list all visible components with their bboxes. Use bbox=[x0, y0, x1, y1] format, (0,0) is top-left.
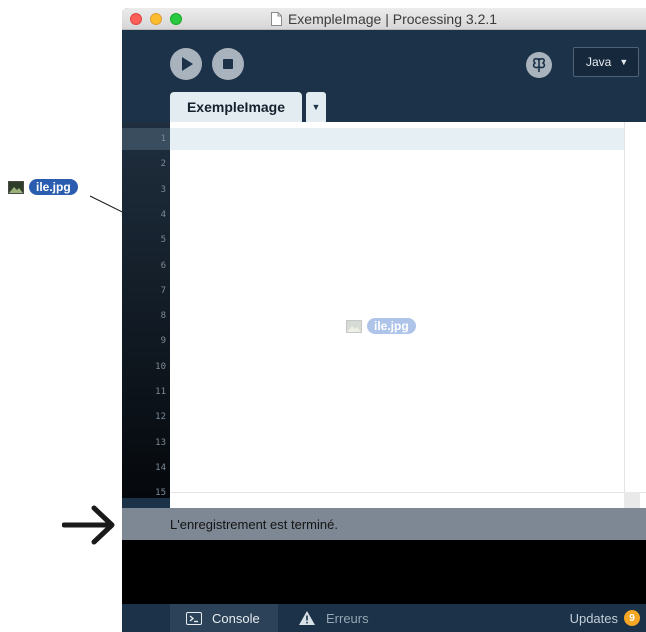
tab-console[interactable]: Console bbox=[170, 604, 278, 632]
image-file-icon bbox=[346, 319, 362, 333]
run-button[interactable] bbox=[170, 48, 202, 80]
toolbar: Java ▼ bbox=[122, 30, 646, 98]
console-icon bbox=[186, 611, 202, 625]
line-number-gutter: 1 2 3 4 5 6 7 8 9 10 11 12 13 14 15 bbox=[122, 122, 170, 498]
image-file-icon bbox=[8, 180, 24, 194]
vertical-scrollbar[interactable] bbox=[624, 122, 640, 492]
editor-right-edge bbox=[640, 122, 646, 498]
stop-icon bbox=[223, 59, 233, 69]
status-message: L'enregistrement est terminé. bbox=[170, 516, 338, 532]
line-number: 8 bbox=[160, 311, 166, 322]
chevron-down-icon: ▼ bbox=[311, 102, 321, 112]
line-number: 14 bbox=[155, 462, 166, 473]
updates-count-badge: 9 bbox=[624, 610, 640, 626]
line-number: 5 bbox=[160, 235, 166, 246]
butterfly-icon bbox=[532, 57, 546, 72]
document-icon bbox=[270, 12, 282, 26]
dropped-file-chip: ile.jpg bbox=[346, 318, 416, 334]
line-number: 15 bbox=[155, 488, 166, 498]
line-number: 10 bbox=[155, 361, 166, 372]
tab-exempleimage[interactable]: ExempleImage bbox=[170, 92, 302, 122]
horizontal-scrollbar[interactable] bbox=[170, 492, 646, 508]
updates-label: Updates bbox=[569, 610, 618, 626]
stop-button[interactable] bbox=[212, 48, 244, 80]
console-output[interactable] bbox=[122, 540, 646, 604]
mode-label: Java bbox=[586, 55, 612, 69]
line-number: 4 bbox=[160, 209, 166, 220]
play-icon bbox=[182, 57, 193, 71]
line-number: 6 bbox=[160, 260, 166, 271]
chevron-down-icon: ▼ bbox=[619, 57, 629, 67]
line-number: 1 bbox=[160, 134, 166, 144]
line-number: 2 bbox=[160, 159, 166, 170]
tab-menu-button[interactable]: ▼ bbox=[306, 92, 326, 122]
updates-button[interactable]: Updates 9 bbox=[570, 604, 640, 632]
scrollbar-corner bbox=[624, 492, 640, 508]
errors-tab-label: Erreurs bbox=[326, 610, 369, 626]
warning-icon bbox=[299, 611, 315, 625]
mode-button[interactable] bbox=[526, 52, 552, 78]
line-number: 11 bbox=[155, 387, 166, 397]
code-editor[interactable] bbox=[170, 122, 624, 498]
line-number: 9 bbox=[160, 336, 166, 347]
current-line-highlight bbox=[170, 128, 624, 150]
line-number: 13 bbox=[155, 437, 166, 448]
source-file-chip[interactable]: ile.jpg bbox=[8, 179, 78, 195]
line-number: 7 bbox=[160, 285, 166, 296]
sketch-tabs: ExempleImage ▼ bbox=[122, 92, 646, 122]
line-number: 3 bbox=[160, 184, 166, 195]
arrow-right-icon bbox=[62, 505, 115, 545]
tab-errors[interactable]: Erreurs bbox=[288, 604, 398, 632]
status-bar: L'enregistrement est terminé. bbox=[122, 508, 646, 540]
source-file-name: ile.jpg bbox=[29, 179, 78, 195]
line-number: 12 bbox=[155, 412, 166, 423]
dropped-file-name: ile.jpg bbox=[367, 318, 416, 334]
console-tab-label: Console bbox=[212, 610, 260, 626]
mode-selector[interactable]: Java ▼ bbox=[573, 47, 639, 77]
window-title: ExempleImage | Processing 3.2.1 bbox=[287, 11, 498, 27]
footer-bar: Console Erreurs Updates 9 bbox=[122, 604, 646, 632]
title-bar[interactable]: ExempleImage | Processing 3.2.1 bbox=[122, 8, 646, 30]
